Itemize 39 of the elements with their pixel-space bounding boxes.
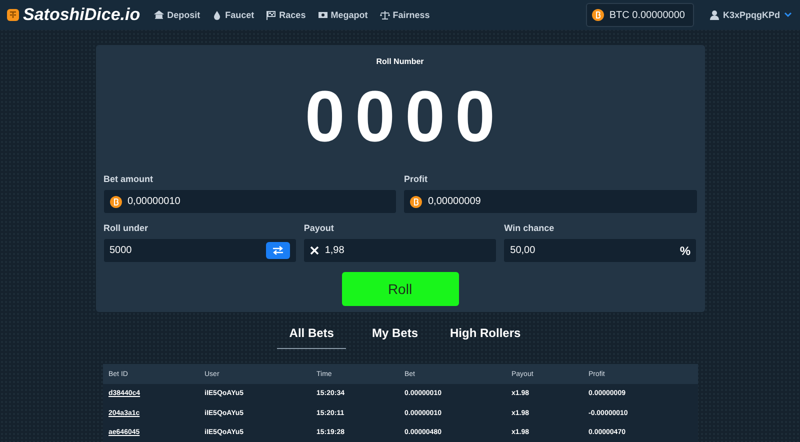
input-field[interactable]: 5000 [104, 239, 296, 262]
roll-number-label: Roll Number [375, 57, 425, 66]
field-label: Win chance [504, 223, 556, 233]
drop-icon [212, 10, 222, 20]
ticket-icon [318, 10, 328, 20]
input-field[interactable]: 0,00000010 [104, 190, 396, 213]
nav-link[interactable]: Fairness [380, 10, 430, 20]
input-field[interactable]: 0,00000009 [404, 190, 696, 213]
multiply-icon [310, 246, 319, 255]
balance-display[interactable]: BTC 0.00000000 [586, 3, 694, 27]
flag-icon [266, 10, 276, 20]
dice-logo-icon [6, 8, 20, 22]
swap-arrows-icon [272, 246, 284, 255]
bitcoin-icon [110, 196, 122, 208]
bets-tab[interactable]: High Rollers [444, 326, 527, 349]
scales-icon [380, 10, 390, 20]
nav-link[interactable]: Megapot [318, 10, 368, 20]
field-label: Roll under [104, 223, 149, 233]
nav-link[interactable]: Faucet [212, 10, 254, 20]
field-label: Payout [304, 223, 335, 233]
field-label: Bet amount [104, 174, 154, 184]
site-logo[interactable]: SatoshiDice.io [23, 5, 140, 25]
bets-tab[interactable]: My Bets [366, 326, 424, 349]
user-menu[interactable]: K3xPpqgKPd [710, 10, 792, 20]
bets-tab[interactable]: All Bets [277, 326, 346, 349]
field-label: Profit [404, 174, 428, 184]
user-icon [710, 10, 719, 20]
swap-button[interactable] [266, 242, 290, 259]
roll-number: 0000 [304, 76, 506, 159]
bitcoin-icon [410, 196, 422, 208]
nav-link[interactable]: Deposit [154, 10, 200, 20]
bitcoin-icon [592, 9, 604, 21]
input-field[interactable]: 1,98 [304, 239, 496, 262]
chevron-down-icon [784, 12, 792, 18]
nav-link[interactable]: Races [266, 10, 306, 20]
roll-button[interactable]: Roll [342, 272, 458, 306]
bank-icon [154, 10, 164, 20]
input-field[interactable]: 50,00 % [504, 239, 696, 262]
percent-sign: % [680, 244, 690, 258]
